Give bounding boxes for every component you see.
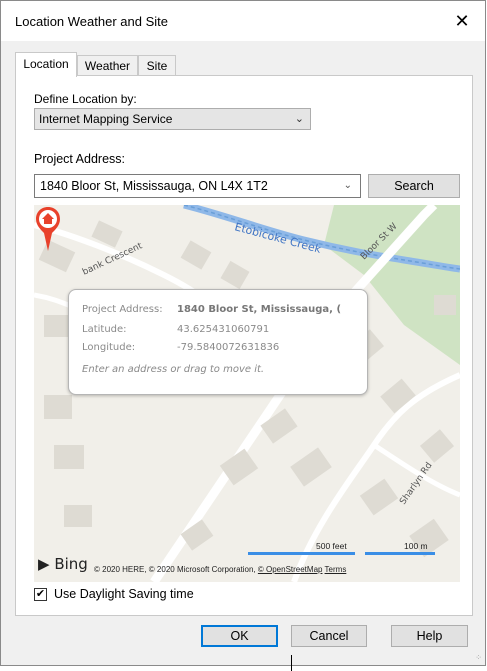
background-guide-line: [291, 655, 292, 671]
popup-longitude-value: -79.5840072631836: [177, 342, 280, 353]
daylight-saving-checkbox[interactable]: ✔: [34, 588, 47, 601]
close-button[interactable]: ✕: [439, 1, 485, 41]
scale-feet-label: 500 feet: [316, 541, 347, 551]
bing-label: Bing: [54, 555, 88, 573]
tab-weather-label: Weather: [84, 59, 131, 73]
location-weather-site-dialog: Location Weather and Site ✕ Location Wea…: [0, 0, 486, 666]
popup-hint: Enter an address or drag to move it.: [82, 364, 265, 375]
scale-feet-bar: [248, 552, 355, 555]
ok-button-label: OK: [230, 629, 249, 643]
bing-logo: ▶ Bing: [38, 555, 88, 573]
resize-grip-icon[interactable]: ⁘: [475, 653, 482, 662]
location-pin-icon[interactable]: [34, 205, 62, 253]
daylight-saving-label: Use Daylight Saving time: [54, 587, 194, 601]
chevron-down-icon: ⌄: [343, 180, 352, 191]
define-location-select[interactable]: Internet Mapping Service ⌄: [34, 108, 311, 130]
tab-site-label: Site: [146, 59, 168, 73]
popup-address-value: 1840 Bloor St, Mississauga, (: [177, 304, 342, 315]
check-icon: ✔: [35, 588, 46, 600]
map-view[interactable]: Etobicoke Creek Bloor St W bank Crescent…: [34, 205, 460, 582]
tab-weather[interactable]: Weather: [77, 55, 138, 76]
close-icon: ✕: [454, 10, 470, 31]
dialog-title: Location Weather and Site: [15, 14, 168, 29]
sharlyn-label: Sharlyn Rd: [398, 461, 434, 507]
popup-latitude-value: 43.625431060791: [177, 324, 270, 335]
terms-link[interactable]: Terms: [325, 565, 347, 574]
help-button[interactable]: Help: [391, 625, 468, 647]
openstreetmap-link[interactable]: © OpenStreetMap: [258, 565, 323, 574]
cancel-button[interactable]: Cancel: [291, 625, 367, 647]
project-address-input[interactable]: 1840 Bloor St, Mississauga, ON L4X 1T2 ⌄: [34, 174, 361, 198]
search-button[interactable]: Search: [368, 174, 460, 198]
tab-location-label: Location: [23, 57, 69, 71]
define-location-value: Internet Mapping Service: [39, 112, 173, 126]
location-popup: Project Address: 1840 Bloor St, Mississa…: [68, 289, 368, 395]
cancel-button-label: Cancel: [309, 629, 349, 643]
title-bar: Location Weather and Site ✕: [1, 1, 485, 41]
tab-site[interactable]: Site: [138, 55, 176, 76]
scale-m-bar: [365, 552, 435, 555]
define-location-label: Define Location by:: [34, 92, 137, 106]
scale-m-label: 100 m: [404, 541, 428, 551]
popup-latitude-label: Latitude:: [82, 324, 127, 335]
ok-button[interactable]: OK: [201, 625, 278, 647]
tab-location[interactable]: Location: [15, 52, 77, 77]
copyright-text: © 2020 HERE, © 2020 Microsoft Corporatio…: [94, 565, 256, 574]
map-copyright: © 2020 HERE, © 2020 Microsoft Corporatio…: [94, 565, 346, 574]
location-panel: Define Location by: Internet Mapping Ser…: [15, 75, 473, 616]
popup-address-label: Project Address:: [82, 304, 163, 315]
search-button-label: Search: [394, 179, 434, 193]
project-address-value: 1840 Bloor St, Mississauga, ON L4X 1T2: [40, 179, 268, 193]
popup-longitude-label: Longitude:: [82, 342, 136, 353]
project-address-label: Project Address:: [34, 152, 126, 166]
chevron-down-icon: ⌄: [294, 113, 304, 125]
help-button-label: Help: [416, 629, 443, 643]
